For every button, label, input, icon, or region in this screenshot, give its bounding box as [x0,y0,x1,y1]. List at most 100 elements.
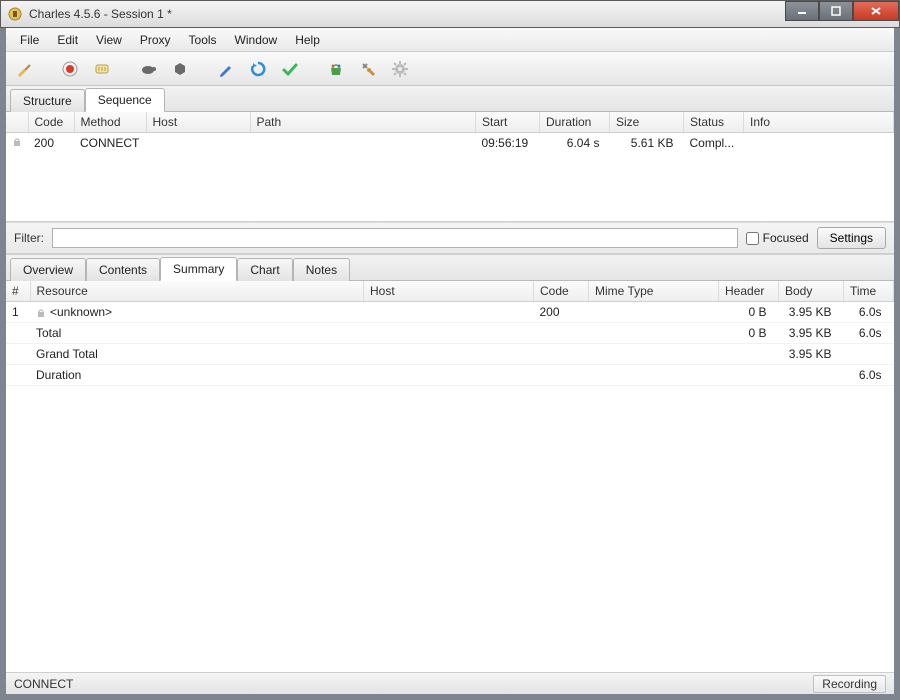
menu-file[interactable]: File [12,31,47,49]
tab-summary[interactable]: Summary [160,257,237,281]
status-recording: Recording [813,675,886,693]
settings-button[interactable]: Settings [817,227,886,249]
cell-path [250,133,476,154]
throttle-icon[interactable] [90,57,114,81]
table-row[interactable]: Total 0 B 3.95 KB 6.0s [6,323,894,344]
record-icon[interactable] [58,57,82,81]
details-panel: Overview Contents Summary Chart Notes # … [6,254,894,672]
scol-resource[interactable]: Resource [30,281,364,302]
table-row[interactable]: 200 CONNECT 09:56:19 6.04 s 5.61 KB Comp… [6,133,894,154]
lock-icon [36,308,46,318]
cell-size: 5.61 KB [610,133,684,154]
broom-icon[interactable] [12,57,36,81]
cell-header [719,365,779,386]
cell-num [6,323,30,344]
close-button[interactable] [853,1,899,21]
cell-resource: Total [30,323,364,344]
tab-sequence[interactable]: Sequence [85,88,165,112]
minimize-button[interactable] [785,1,819,21]
menu-help[interactable]: Help [287,31,328,49]
cell-time: 6.0s [844,365,894,386]
basket-icon[interactable] [324,57,348,81]
statusbar: CONNECT Recording [6,672,894,694]
cell-duration: 6.04 s [540,133,610,154]
col-path[interactable]: Path [250,112,476,133]
table-row[interactable]: 1 <unknown> 200 0 B 3.95 KB 6.0s [6,302,894,323]
sequence-panel: Code Method Host Path Start Duration Siz… [6,112,894,222]
hex-icon[interactable] [168,57,192,81]
lock-icon [12,137,22,147]
menu-edit[interactable]: Edit [49,31,86,49]
menu-window[interactable]: Window [227,31,286,49]
col-status[interactable]: Status [684,112,744,133]
cell-num: 1 [6,302,30,323]
summary-table[interactable]: # Resource Host Code Mime Type Header Bo… [6,281,894,386]
cell-mime [589,344,719,365]
col-host[interactable]: Host [146,112,250,133]
cell-body: 3.95 KB [779,344,844,365]
tab-contents[interactable]: Contents [86,258,160,281]
col-info[interactable]: Info [744,112,894,133]
toolbar [6,52,894,86]
col-icon[interactable] [6,112,28,133]
cell-resource: <unknown> [30,302,364,323]
sequence-table[interactable]: Code Method Host Path Start Duration Siz… [6,112,894,153]
cell-time [844,344,894,365]
refresh-icon[interactable] [246,57,270,81]
cell-body: 3.95 KB [779,302,844,323]
menu-proxy[interactable]: Proxy [132,31,179,49]
menubar: File Edit View Proxy Tools Window Help [6,28,894,52]
scol-num[interactable]: # [6,281,30,302]
cell-method: CONNECT [74,133,146,154]
filter-bar: Filter: Focused Settings [6,222,894,254]
scol-mime[interactable]: Mime Type [589,281,719,302]
scol-header[interactable]: Header [719,281,779,302]
cell-code [534,365,589,386]
scol-code[interactable]: Code [534,281,589,302]
col-size[interactable]: Size [610,112,684,133]
status-left: CONNECT [14,677,73,691]
pen-icon[interactable] [214,57,238,81]
col-start[interactable]: Start [476,112,540,133]
cell-body: 3.95 KB [779,323,844,344]
tab-notes[interactable]: Notes [293,258,350,281]
scol-body[interactable]: Body [779,281,844,302]
cell-host [146,133,250,154]
cell-icon [6,133,28,154]
filter-input[interactable] [52,228,738,248]
scol-time[interactable]: Time [844,281,894,302]
maximize-button[interactable] [819,1,853,21]
tab-chart[interactable]: Chart [237,258,292,281]
focused-checkbox[interactable] [746,232,759,245]
cell-start: 09:56:19 [476,133,540,154]
detail-tabs: Overview Contents Summary Chart Notes [6,255,894,281]
menu-tools[interactable]: Tools [181,31,225,49]
tab-overview[interactable]: Overview [10,258,86,281]
cell-time: 6.0s [844,323,894,344]
gear-icon[interactable] [388,57,412,81]
cell-body [779,365,844,386]
turtle-icon[interactable] [136,57,160,81]
check-icon[interactable] [278,57,302,81]
table-row[interactable]: Duration 6.0s [6,365,894,386]
cell-time: 6.0s [844,302,894,323]
col-duration[interactable]: Duration [540,112,610,133]
scol-host[interactable]: Host [364,281,534,302]
cell-host [364,302,534,323]
tab-structure[interactable]: Structure [10,89,85,112]
cell-num [6,365,30,386]
cell-status: Compl... [684,133,744,154]
cell-header: 0 B [719,323,779,344]
resource-text: <unknown> [50,305,112,319]
cell-info [744,133,894,154]
tools-icon[interactable] [356,57,380,81]
window-title: Charles 4.5.6 - Session 1 * [29,7,172,21]
menu-view[interactable]: View [88,31,130,49]
cell-host [364,365,534,386]
table-row[interactable]: Grand Total 3.95 KB [6,344,894,365]
cell-code [534,344,589,365]
cell-mime [589,302,719,323]
focused-checkbox-group[interactable]: Focused [746,231,809,245]
col-method[interactable]: Method [74,112,146,133]
col-code[interactable]: Code [28,112,74,133]
